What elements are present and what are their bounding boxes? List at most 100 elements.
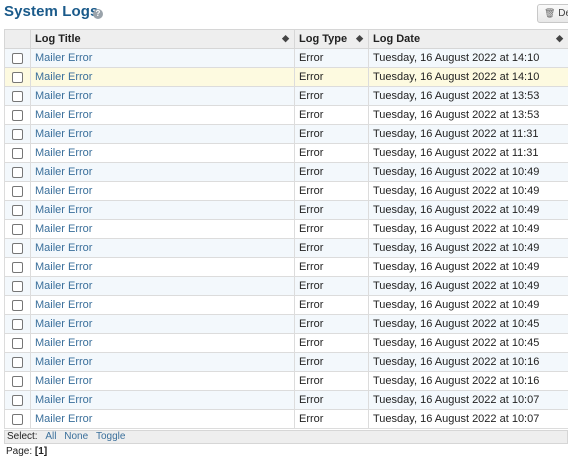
select-all-link[interactable]: All: [45, 431, 56, 442]
log-title-link[interactable]: Mailer Error: [35, 90, 92, 102]
row-checkbox[interactable]: [12, 185, 23, 197]
log-title-link[interactable]: Mailer Error: [35, 356, 92, 368]
log-title-cell: Mailer Error: [30, 219, 295, 239]
log-date-cell: Tuesday, 16 August 2022 at 10:49: [368, 200, 568, 220]
table-row[interactable]: Mailer Error Error Tuesday, 16 August 2022…: [4, 314, 568, 334]
help-icon[interactable]: ?: [93, 9, 103, 19]
column-header-log-type[interactable]: Log Type ◆: [294, 29, 369, 49]
row-select-cell: [4, 162, 31, 182]
row-checkbox[interactable]: [12, 280, 23, 292]
row-checkbox[interactable]: [12, 413, 23, 425]
log-title-link[interactable]: Mailer Error: [35, 375, 92, 387]
column-header-label: Log Title: [35, 33, 81, 45]
table-row[interactable]: Mailer Error Error Tuesday, 16 August 2022…: [4, 219, 568, 239]
log-title-link[interactable]: Mailer Error: [35, 128, 92, 140]
log-title-link[interactable]: Mailer Error: [35, 147, 92, 159]
table-row[interactable]: Mailer Error Error Tuesday, 16 August 2022…: [4, 276, 568, 296]
row-checkbox[interactable]: [12, 90, 23, 102]
log-date-cell: Tuesday, 16 August 2022 at 14:10: [368, 67, 568, 87]
row-checkbox[interactable]: [12, 109, 23, 121]
log-date-cell: Tuesday, 16 August 2022 at 10:49: [368, 219, 568, 239]
log-title-link[interactable]: Mailer Error: [35, 299, 92, 311]
log-title-cell: Mailer Error: [30, 314, 295, 334]
log-date-cell: Tuesday, 16 August 2022 at 10:49: [368, 295, 568, 315]
row-checkbox[interactable]: [12, 128, 23, 140]
row-checkbox[interactable]: [12, 147, 23, 159]
row-checkbox[interactable]: [12, 375, 23, 387]
log-title-link[interactable]: Mailer Error: [35, 413, 92, 425]
select-toggle-link[interactable]: Toggle: [96, 431, 125, 442]
log-title-cell: Mailer Error: [30, 67, 295, 87]
log-title-link[interactable]: Mailer Error: [35, 204, 92, 216]
table-row[interactable]: Mailer Error Error Tuesday, 16 August 2022…: [4, 257, 568, 277]
row-checkbox[interactable]: [12, 242, 23, 254]
table-row[interactable]: Mailer Error Error Tuesday, 16 August 2022…: [4, 124, 568, 144]
table-header-row: Log Title ◆ Log Type ◆ Log Date ◆: [4, 29, 568, 49]
selection-footer: Select: All None Toggle: [4, 430, 568, 444]
page-label: Page:: [6, 446, 33, 457]
table-row[interactable]: Mailer Error Error Tuesday, 16 August 2022…: [4, 162, 568, 182]
column-header-log-date[interactable]: Log Date ◆: [368, 29, 568, 49]
table-row[interactable]: Mailer Error Error Tuesday, 16 August 2022…: [4, 48, 568, 68]
table-row[interactable]: Mailer Error Error Tuesday, 16 August 2022…: [4, 200, 568, 220]
log-date-cell: Tuesday, 16 August 2022 at 13:53: [368, 105, 568, 125]
row-checkbox[interactable]: [12, 261, 23, 273]
log-title-link[interactable]: Mailer Error: [35, 223, 92, 235]
row-checkbox[interactable]: [12, 356, 23, 368]
table-row[interactable]: Mailer Error Error Tuesday, 16 August 2022…: [4, 352, 568, 372]
row-select-cell: [4, 124, 31, 144]
row-checkbox[interactable]: [12, 318, 23, 330]
row-select-cell: [4, 200, 31, 220]
row-checkbox[interactable]: [12, 166, 23, 178]
log-title-cell: Mailer Error: [30, 181, 295, 201]
sort-icon[interactable]: ◆: [556, 33, 563, 44]
log-title-link[interactable]: Mailer Error: [35, 166, 92, 178]
delete-button[interactable]: 🗑 De: [537, 4, 568, 23]
table-row[interactable]: Mailer Error Error Tuesday, 16 August 2022…: [4, 67, 568, 87]
row-checkbox[interactable]: [12, 52, 23, 64]
table-row[interactable]: Mailer Error Error Tuesday, 16 August 2022…: [4, 390, 568, 410]
column-header-log-title[interactable]: Log Title ◆: [30, 29, 295, 49]
row-checkbox[interactable]: [12, 394, 23, 406]
select-none-link[interactable]: None: [64, 431, 88, 442]
table-row[interactable]: Mailer Error Error Tuesday, 16 August 2022…: [4, 371, 568, 391]
log-date-cell: Tuesday, 16 August 2022 at 13:53: [368, 86, 568, 106]
row-checkbox[interactable]: [12, 71, 23, 83]
log-title-link[interactable]: Mailer Error: [35, 242, 92, 254]
row-select-cell: [4, 352, 31, 372]
table-row[interactable]: Mailer Error Error Tuesday, 16 August 2022…: [4, 295, 568, 315]
log-type-cell: Error: [294, 105, 369, 125]
table-row[interactable]: Mailer Error Error Tuesday, 16 August 2022…: [4, 409, 568, 429]
log-title-link[interactable]: Mailer Error: [35, 71, 92, 83]
table-row[interactable]: Mailer Error Error Tuesday, 16 August 2022…: [4, 143, 568, 163]
table-row[interactable]: Mailer Error Error Tuesday, 16 August 2022…: [4, 333, 568, 353]
log-title-link[interactable]: Mailer Error: [35, 109, 92, 121]
table-row[interactable]: Mailer Error Error Tuesday, 16 August 2022…: [4, 105, 568, 125]
row-select-cell: [4, 409, 31, 429]
current-page[interactable]: [1]: [35, 446, 47, 457]
log-title-link[interactable]: Mailer Error: [35, 261, 92, 273]
row-checkbox[interactable]: [12, 337, 23, 349]
log-date-cell: Tuesday, 16 August 2022 at 10:49: [368, 181, 568, 201]
log-title-link[interactable]: Mailer Error: [35, 318, 92, 330]
table-row[interactable]: Mailer Error Error Tuesday, 16 August 2022…: [4, 86, 568, 106]
table-row[interactable]: Mailer Error Error Tuesday, 16 August 2022…: [4, 181, 568, 201]
log-title-link[interactable]: Mailer Error: [35, 185, 92, 197]
log-type-cell: Error: [294, 352, 369, 372]
row-checkbox[interactable]: [12, 223, 23, 235]
log-title-link[interactable]: Mailer Error: [35, 394, 92, 406]
row-select-cell: [4, 371, 31, 391]
sort-icon[interactable]: ◆: [356, 33, 363, 44]
pagination: Page: [1]: [6, 446, 47, 457]
sort-icon[interactable]: ◆: [282, 33, 289, 44]
log-type-cell: Error: [294, 409, 369, 429]
log-title-link[interactable]: Mailer Error: [35, 52, 92, 64]
log-title-link[interactable]: Mailer Error: [35, 280, 92, 292]
row-checkbox[interactable]: [12, 299, 23, 311]
log-title-link[interactable]: Mailer Error: [35, 337, 92, 349]
row-select-cell: [4, 219, 31, 239]
log-type-cell: Error: [294, 276, 369, 296]
table-row[interactable]: Mailer Error Error Tuesday, 16 August 2022…: [4, 238, 568, 258]
log-type-cell: Error: [294, 181, 369, 201]
row-checkbox[interactable]: [12, 204, 23, 216]
